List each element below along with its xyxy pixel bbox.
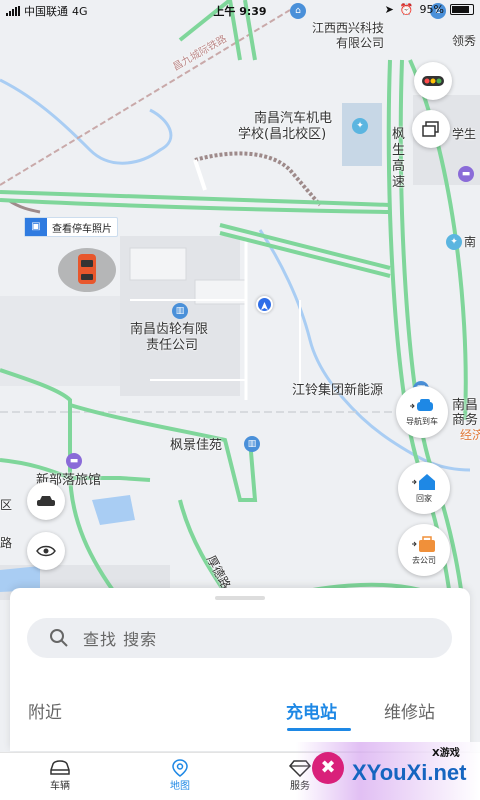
alarm-icon: ⏰ [399,3,414,16]
search-input[interactable]: 查找 搜索 [27,618,452,658]
tab-repair-station[interactable]: 维修站 [384,698,435,723]
car-location-marker[interactable] [58,248,116,292]
hotel-icon[interactable]: ▬ [458,166,474,182]
car-icon [37,496,55,506]
eye-icon [36,545,56,557]
location-arrow-icon [261,302,268,310]
map-label-highway: 高 [392,159,406,174]
map-building-block [0,296,120,386]
map-label-jiangling: 江铃集团新能源 [292,383,384,398]
active-tab-indicator [287,728,351,731]
map-label: 学生 [452,127,477,141]
navigate-to-car-label: 导航到车 [406,416,438,426]
map-pin-icon [172,759,188,777]
map-label-school: 南昌汽车机电 [254,111,333,126]
nav-map-label: 地图 [170,781,190,792]
battery-percent: 95% [419,3,444,16]
car-outline-icon [50,760,70,775]
map-label: 领秀 [452,34,477,48]
map-label-fengjing: 枫景佳苑 [170,438,223,453]
nav-map[interactable]: 地图 [140,759,220,792]
navigate-to-car-button[interactable]: 导航到车 [396,386,448,438]
map-label-gear-company: 责任公司 [146,338,199,353]
nav-vehicle[interactable]: 车辆 [20,759,100,792]
category-tabs: 附近 充电站 维修站 [10,698,470,728]
status-bar: 中国联通 4G 上午 9:39 ➤ ⏰ 95% [0,0,480,20]
go-home-label: 回家 [416,493,432,503]
home-icon [412,473,435,490]
watermark-logo: ✖ [312,752,344,784]
traffic-toggle-button[interactable] [414,62,452,100]
map-label: 商务 [452,413,479,428]
layers-button[interactable] [412,110,450,148]
map-label: 经济 [460,428,480,442]
tab-nearby[interactable]: 附近 [28,698,62,723]
view-parking-photo-button[interactable]: ▣ 查看停车照片 [24,217,118,237]
map-label: 区 [0,498,13,512]
traffic-light-icon [422,76,444,86]
map-label: 路 [0,536,13,550]
company-icon[interactable]: ▥ [172,303,188,319]
map-label-highway: 速 [392,175,406,190]
visibility-toggle-button[interactable] [27,532,65,570]
sheet-drag-handle[interactable] [215,596,265,600]
map-label: 南 [464,235,477,249]
search-sheet: 查找 搜索 附近 充电站 维修站 [10,588,470,751]
search-placeholder: 查找 搜索 [83,630,158,649]
tab-charging-station[interactable]: 充电站 [286,698,337,723]
current-location-marker [256,296,273,313]
battery-icon [450,4,474,15]
map-building-block [129,247,187,281]
car-nav-icon [410,398,433,411]
layers-icon [422,121,439,137]
hotel-icon[interactable]: ▬ [66,453,82,469]
search-icon [50,629,68,647]
briefcase-icon [412,535,435,552]
map-label-school: 学校(昌北校区) [238,127,327,142]
map-label-highway: 枫 [392,127,406,142]
car-mode-button[interactable] [27,482,65,520]
map-label: 南昌 [452,398,479,413]
school-icon[interactable]: ✦ [352,118,368,134]
map-label: 有限公司 [336,36,385,50]
app-screen: 中国联通 4G 上午 9:39 ➤ ⏰ 95% 江西西兴科技 有限公司 领秀 昌… [0,0,480,800]
nav-vehicle-label: 车辆 [50,781,70,792]
go-home-button[interactable]: 回家 [398,462,450,514]
watermark-small-text: X游戏 [432,748,460,759]
map-building-block [342,103,382,166]
map-label: 江西西兴科技 [312,21,385,35]
car-icon [78,254,96,284]
map-label-gear-company: 南昌齿轮有限 [130,322,209,337]
residence-icon[interactable]: ▥ [244,436,260,452]
watermark-text: XYouXi.net [352,760,467,785]
school-icon[interactable]: ✦ [446,234,462,250]
go-company-label: 去公司 [412,555,436,565]
photo-icon: ▣ [25,218,47,236]
go-company-button[interactable]: 去公司 [398,524,450,576]
parking-photo-label: 查看停车照片 [52,223,112,235]
location-arrow-icon: ➤ [384,3,394,16]
map-label-highway: 生 [392,143,406,158]
